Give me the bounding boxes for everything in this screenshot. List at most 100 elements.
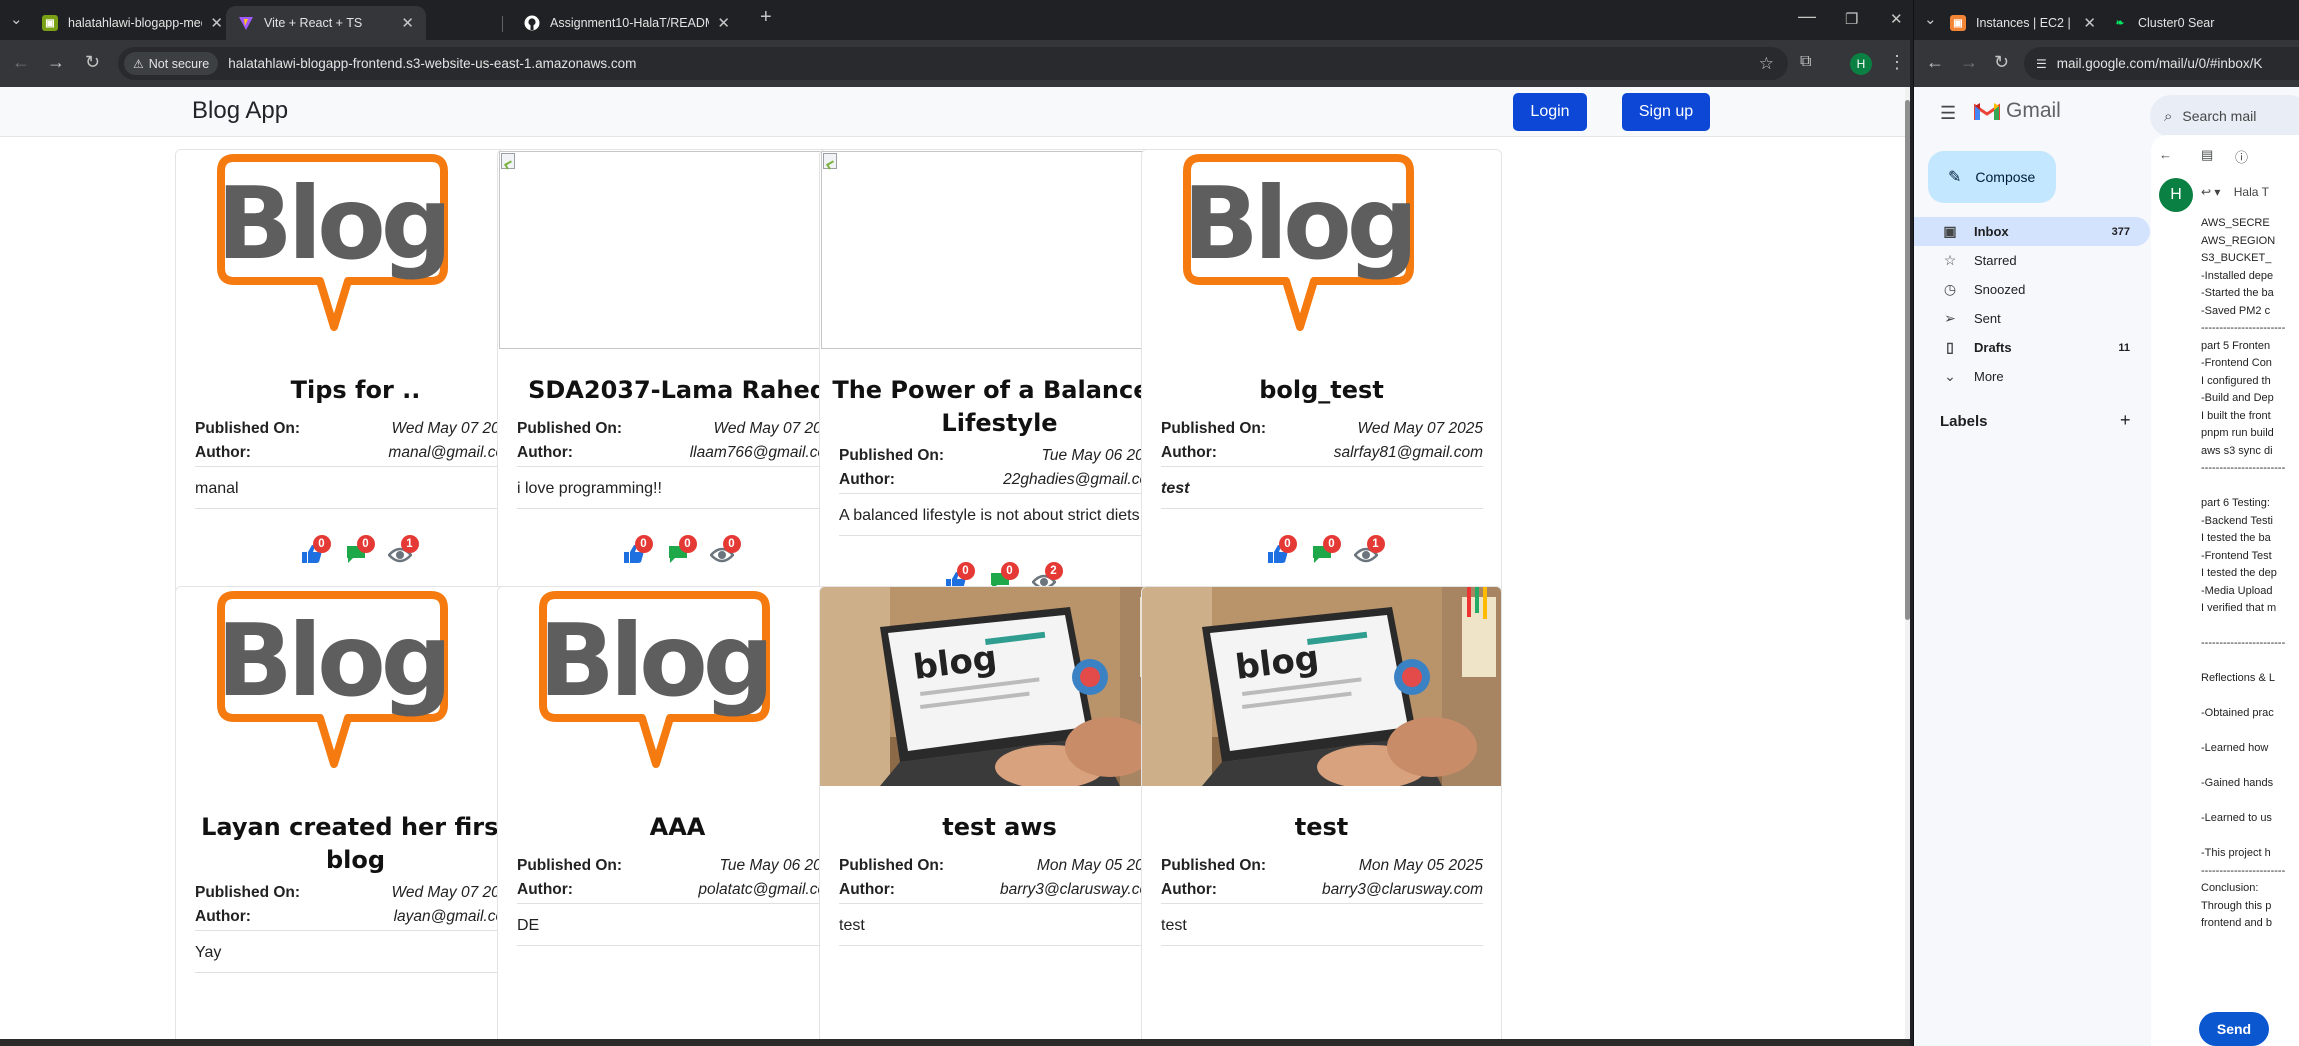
nav-item-sent[interactable]: ➢ Sent bbox=[1914, 304, 2150, 333]
add-label-icon[interactable]: + bbox=[2120, 410, 2131, 431]
brand-title[interactable]: Blog App bbox=[192, 97, 288, 125]
tab-cluster0[interactable]: ❧ Cluster0 Sear bbox=[2100, 6, 2299, 40]
comment-button[interactable]: 0 bbox=[341, 535, 375, 569]
address-bar[interactable]: ⚠ Not secure halatahlawi-blogapp-frontend… bbox=[118, 47, 1788, 80]
close-tab-icon[interactable]: ✕ bbox=[401, 14, 414, 32]
mail-search-box[interactable]: ⌕ Search mail bbox=[2150, 95, 2299, 137]
post-title[interactable]: AAA bbox=[508, 811, 847, 844]
post-image-laptop: blog bbox=[1142, 587, 1501, 786]
compose-button[interactable]: ✎ Compose bbox=[1928, 151, 2056, 203]
email-body-line bbox=[2201, 653, 2299, 671]
email-body-line: -Learned to us bbox=[2201, 812, 2272, 824]
nav-label: More bbox=[1974, 369, 2004, 384]
published-row: Published On: Wed May 07 2025 bbox=[195, 420, 517, 437]
post-title[interactable]: Layan created her first blog bbox=[186, 811, 525, 877]
published-row: Published On: Mon May 05 2025 bbox=[839, 857, 1161, 874]
email-body-line: -Frontend Con bbox=[2201, 357, 2272, 369]
close-tab-icon[interactable]: ✕ bbox=[210, 14, 223, 32]
restore-icon[interactable]: ❐ bbox=[1845, 10, 1858, 28]
divider bbox=[839, 535, 1161, 536]
divider bbox=[839, 493, 1161, 494]
reload-icon[interactable]: ↻ bbox=[1994, 52, 2009, 72]
gmail-logo[interactable]: Gmail bbox=[1974, 99, 2061, 123]
minimize-icon[interactable]: — bbox=[1798, 6, 1816, 27]
email-body-line: S3_BUCKET_ bbox=[2201, 252, 2272, 264]
like-button[interactable]: 0 bbox=[297, 535, 331, 569]
close-tab-icon[interactable]: ✕ bbox=[2083, 14, 2096, 32]
post-excerpt: Yay bbox=[195, 944, 222, 961]
post-title[interactable]: The Power of a Balanced Lifestyle bbox=[830, 374, 1169, 440]
report-spam-icon[interactable]: ⓘ bbox=[2235, 147, 2248, 166]
browser-window-blog: ⌄ ▣ halatahlawi-blogapp-media - S3 ✕ Vit… bbox=[0, 0, 1910, 1046]
tab-search-icon[interactable]: ⌄ bbox=[1924, 10, 1937, 28]
like-button[interactable]: 0 bbox=[619, 535, 653, 569]
email-body-line: -Gained hands bbox=[2201, 777, 2274, 789]
comment-count-badge: 0 bbox=[356, 535, 375, 553]
post-card[interactable]: SDA2037-Lama Rahed Published On: Wed May 0… bbox=[497, 149, 858, 644]
post-card[interactable]: blog test aws Published On: Mon May 05 2025… bbox=[819, 586, 1180, 1039]
nav-count: 377 bbox=[2111, 225, 2130, 238]
reply-icon[interactable]: ↩ ▾ bbox=[2201, 185, 2220, 199]
post-stats: 0 0 0 bbox=[498, 535, 857, 569]
post-card[interactable]: Blog Layan created her first blog Publishe… bbox=[175, 586, 536, 1039]
hamburger-menu-icon[interactable]: ☰ bbox=[1940, 103, 1956, 124]
post-card[interactable]: Blog Tips for .. Published On: Wed May 07 2… bbox=[175, 149, 536, 644]
post-title[interactable]: test aws bbox=[830, 811, 1169, 844]
nav-item-more[interactable]: ⌄ More bbox=[1914, 362, 2150, 391]
nav-item-starred[interactable]: ☆ Starred bbox=[1914, 246, 2150, 275]
like-button[interactable]: 0 bbox=[1263, 535, 1297, 569]
post-card[interactable]: The Power of a Balanced Lifestyle Publish… bbox=[819, 149, 1180, 644]
nav-item-drafts[interactable]: ▯ Drafts 11 bbox=[1914, 333, 2150, 362]
email-body-line: ----------------------- bbox=[2201, 462, 2286, 474]
aws-ec2-icon: ▣ bbox=[1950, 15, 1966, 31]
new-tab-icon[interactable]: + bbox=[760, 6, 772, 29]
back-icon[interactable]: ← bbox=[12, 52, 30, 72]
email-body-line: -Installed depe bbox=[2201, 269, 2274, 282]
login-button[interactable]: Login bbox=[1513, 93, 1587, 131]
email-body-line: ----------------------- bbox=[2201, 864, 2286, 877]
close-window-icon[interactable]: ✕ bbox=[1890, 10, 1903, 28]
browser-menu-icon[interactable]: ⋮ bbox=[1888, 52, 1906, 72]
tab-search-icon[interactable]: ⌄ bbox=[10, 10, 23, 28]
tab-github-readme[interactable]: Assignment10-HalaT/README.m ✕ bbox=[512, 6, 742, 40]
post-card[interactable]: Blog bolg_test Published On: Wed May 07 202… bbox=[1141, 149, 1502, 644]
post-title[interactable]: SDA2037-Lama Rahed bbox=[508, 374, 847, 407]
tab-ec2-instances[interactable]: ▣ Instances | EC2 | us-east-1 ✕ bbox=[1938, 6, 2108, 40]
tab-vite-react[interactable]: Vite + React + TS ✕ bbox=[226, 6, 426, 40]
reload-icon[interactable]: ↻ bbox=[85, 52, 100, 72]
address-bar[interactable]: ☰ mail.google.com/mail/u/0/#inbox/K bbox=[2024, 47, 2299, 80]
comment-button[interactable]: 0 bbox=[663, 535, 697, 569]
archive-icon[interactable]: ▤ bbox=[2201, 147, 2213, 163]
post-title[interactable]: bolg_test bbox=[1152, 374, 1491, 407]
signup-button[interactable]: Sign up bbox=[1622, 93, 1710, 131]
scrollbar-thumb[interactable] bbox=[1905, 100, 1910, 620]
profile-avatar[interactable]: H bbox=[1850, 53, 1872, 75]
extensions-icon[interactable]: ⧉ bbox=[1800, 52, 1811, 72]
bookmark-star-icon[interactable]: ☆ bbox=[1759, 54, 1774, 74]
nav-item-snoozed[interactable]: ◷ Snoozed bbox=[1914, 275, 2150, 304]
tab-s3-media[interactable]: ▣ halatahlawi-blogapp-media - S3 ✕ bbox=[30, 6, 235, 40]
forward-icon[interactable]: → bbox=[1960, 52, 1978, 72]
blog-app-page: Blog App Login Sign up Blog Tips for .. Pu… bbox=[0, 87, 1905, 1039]
comment-count-badge: 0 bbox=[678, 535, 697, 553]
post-title[interactable]: test bbox=[1152, 811, 1491, 844]
nav-item-inbox[interactable]: ▣ Inbox 377 bbox=[1914, 217, 2150, 246]
post-card[interactable]: blog test Published On: Mon May 05 2025 Auth… bbox=[1141, 586, 1502, 1039]
post-card[interactable]: Blog AAA Published On: Tue May 06 2025 Autho… bbox=[497, 586, 858, 1039]
security-chip[interactable]: ⚠ Not secure bbox=[124, 52, 219, 75]
close-tab-icon[interactable]: ✕ bbox=[717, 14, 730, 32]
email-body-line bbox=[2201, 793, 2299, 811]
forward-icon[interactable]: → bbox=[47, 52, 65, 72]
back-icon[interactable]: ← bbox=[1926, 52, 1944, 72]
send-button[interactable]: Send bbox=[2199, 1012, 2269, 1046]
site-settings-icon[interactable]: ☰ bbox=[2036, 57, 2047, 71]
back-to-inbox-icon[interactable]: ← bbox=[2159, 147, 2172, 162]
post-title[interactable]: Tips for .. bbox=[186, 374, 525, 407]
email-body-line bbox=[2201, 618, 2299, 636]
comment-button[interactable]: 0 bbox=[1307, 535, 1341, 569]
email-toolbar: ← ▤ ⓘ bbox=[2159, 147, 2299, 169]
divider bbox=[195, 972, 517, 973]
post-author: polatatc@gmail.com bbox=[698, 881, 839, 898]
send-icon: ➢ bbox=[1944, 310, 1956, 326]
email-body-line: AWS_REGION bbox=[2201, 234, 2276, 247]
